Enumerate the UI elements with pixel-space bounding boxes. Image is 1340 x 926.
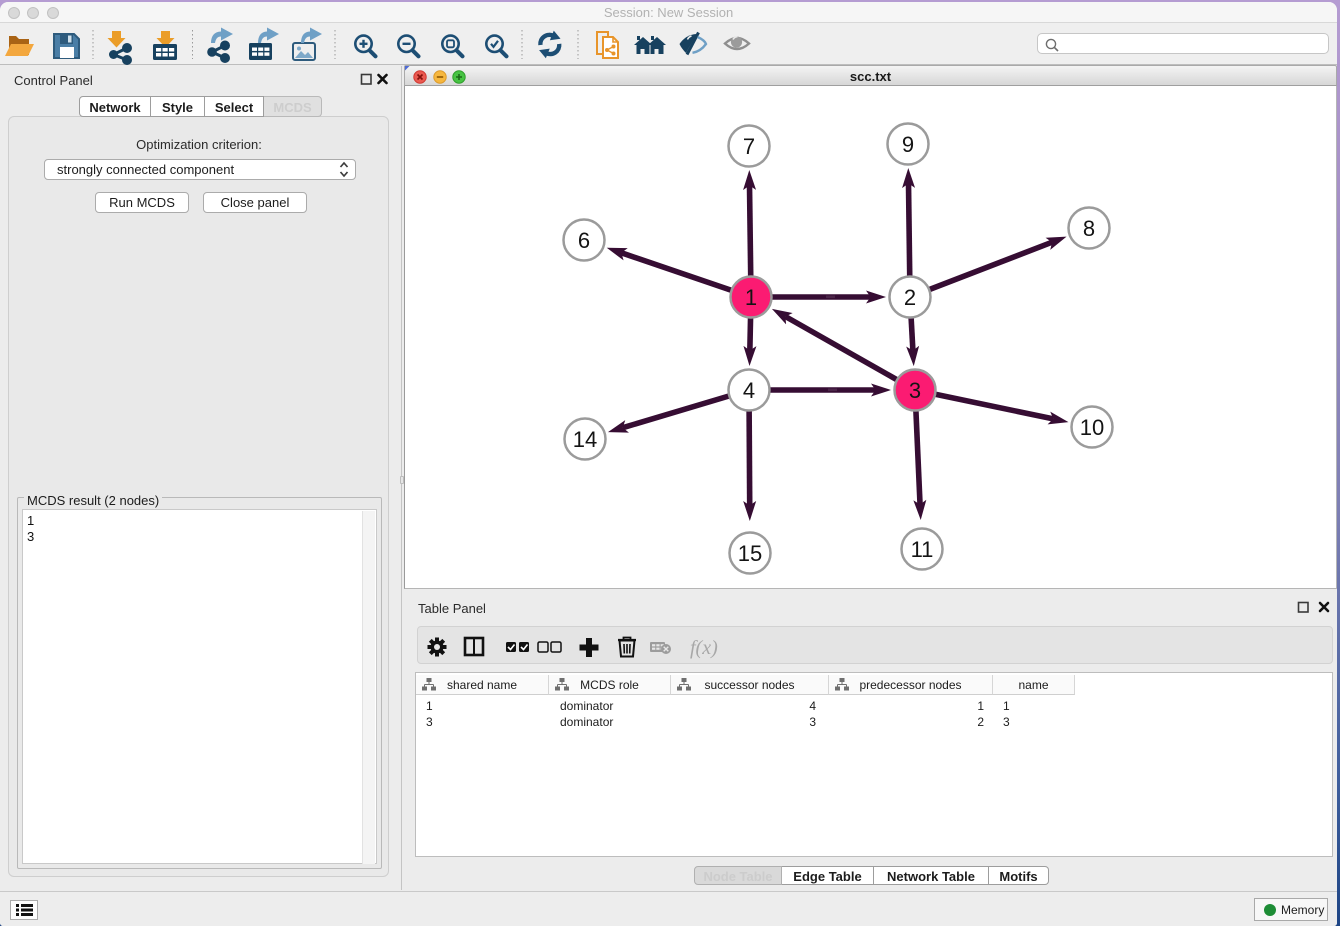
svg-text:8: 8 [1083,216,1095,241]
svg-text:7: 7 [743,134,755,159]
svg-text:10: 10 [1080,415,1104,440]
svg-text:11: 11 [911,537,934,562]
svg-text:9: 9 [902,132,914,157]
svg-text:4: 4 [743,378,755,403]
svg-text:f(x): f(x) [690,637,718,659]
svg-text:6: 6 [578,228,590,253]
svg-text:2: 2 [904,285,916,310]
svg-text:14: 14 [573,427,597,452]
svg-text:1: 1 [745,285,757,310]
svg-text:3: 3 [909,378,921,403]
svg-text:15: 15 [738,541,762,566]
